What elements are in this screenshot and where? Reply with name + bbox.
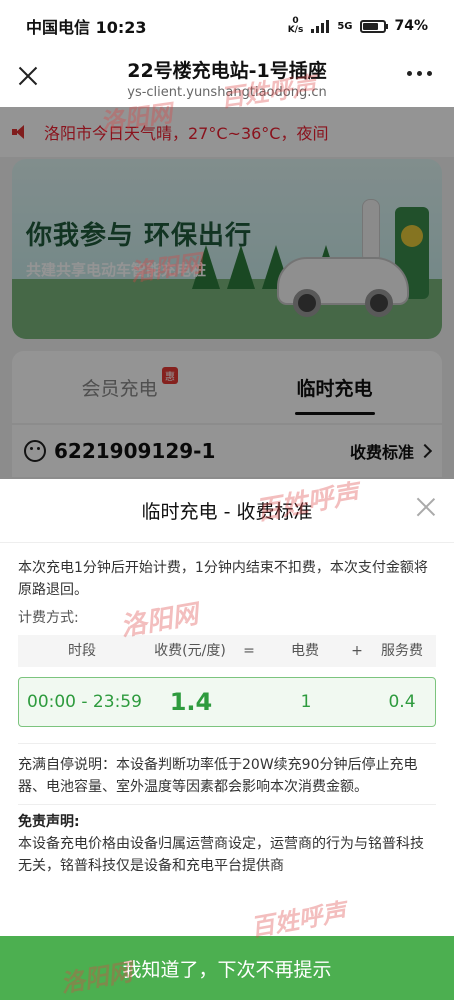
header-price: 收费(元/度) — [154, 643, 226, 659]
close-icon[interactable] — [14, 62, 42, 90]
header-electricity: 电费 — [291, 643, 319, 659]
header-period: 时段 — [68, 643, 96, 659]
table-row: 00:00 - 23:59 1.4 1 0.4 — [18, 677, 436, 727]
divider — [18, 743, 436, 744]
disclaimer-title: 免责声明: — [18, 814, 80, 830]
auto-stop-note: 充满自停说明：本设备判断功率低于20W续充90分钟后停止充电器、电池容量、室外温… — [18, 757, 418, 795]
title-bar: 22号楼充电站-1号插座 ys-client.yunshangtiaodong.… — [0, 52, 454, 107]
price-cell: 1.4 — [169, 688, 213, 716]
period-cell: 00:00 - 23:59 — [27, 692, 142, 712]
rate-table-header: 时段 收费(元/度) = 电费 + 服务费 — [18, 635, 436, 667]
page-url: ys-client.yunshangtiaodong.cn — [127, 84, 327, 100]
network-type: 5G — [337, 20, 353, 32]
net-speed: 0 K/s — [288, 17, 304, 35]
rate-table: 时段 收费(元/度) = 电费 + 服务费 00:00 - 23:59 1.4 … — [18, 635, 436, 727]
close-icon[interactable] — [414, 495, 438, 519]
confirm-button[interactable]: 我知道了，下次不再提示 — [0, 936, 454, 1000]
sheet-header: 临时充电 - 收费标准 — [0, 479, 454, 543]
battery-percent: 74% — [394, 18, 428, 34]
service-cell: 0.4 — [388, 692, 416, 712]
header-plus: + — [351, 643, 363, 659]
carrier-time: 中国电信 10:23 — [26, 18, 147, 37]
billing-intro: 本次充电1分钟后开始计费，1分钟内结束不扣费，本次支付金额将原路退回。 — [18, 560, 428, 598]
billing-method-label: 计费方式: — [18, 610, 79, 626]
signal-icon — [311, 19, 330, 33]
status-bar: 中国电信 10:23 0 K/s 5G 74% — [0, 0, 454, 52]
header-service: 服务费 — [381, 643, 423, 659]
battery-icon — [360, 19, 389, 33]
net-speed-unit: K/s — [287, 25, 304, 35]
electricity-cell: 1 — [300, 692, 312, 712]
sheet-title: 临时充电 - 收费标准 — [141, 501, 313, 523]
header-equals: = — [243, 643, 255, 659]
more-options-icon[interactable] — [403, 67, 436, 80]
divider — [18, 804, 436, 805]
disclaimer-text: 本设备充电价格由设备归属运营商设定，运营商的行为与铭普科技无关，铭普科技仅是设备… — [18, 836, 424, 874]
fee-standard-sheet: 临时充电 - 收费标准 本次充电1分钟后开始计费，1分钟内结束不扣费，本次支付金… — [0, 479, 454, 1000]
page-title: 22号楼充电站-1号插座 — [127, 59, 327, 82]
